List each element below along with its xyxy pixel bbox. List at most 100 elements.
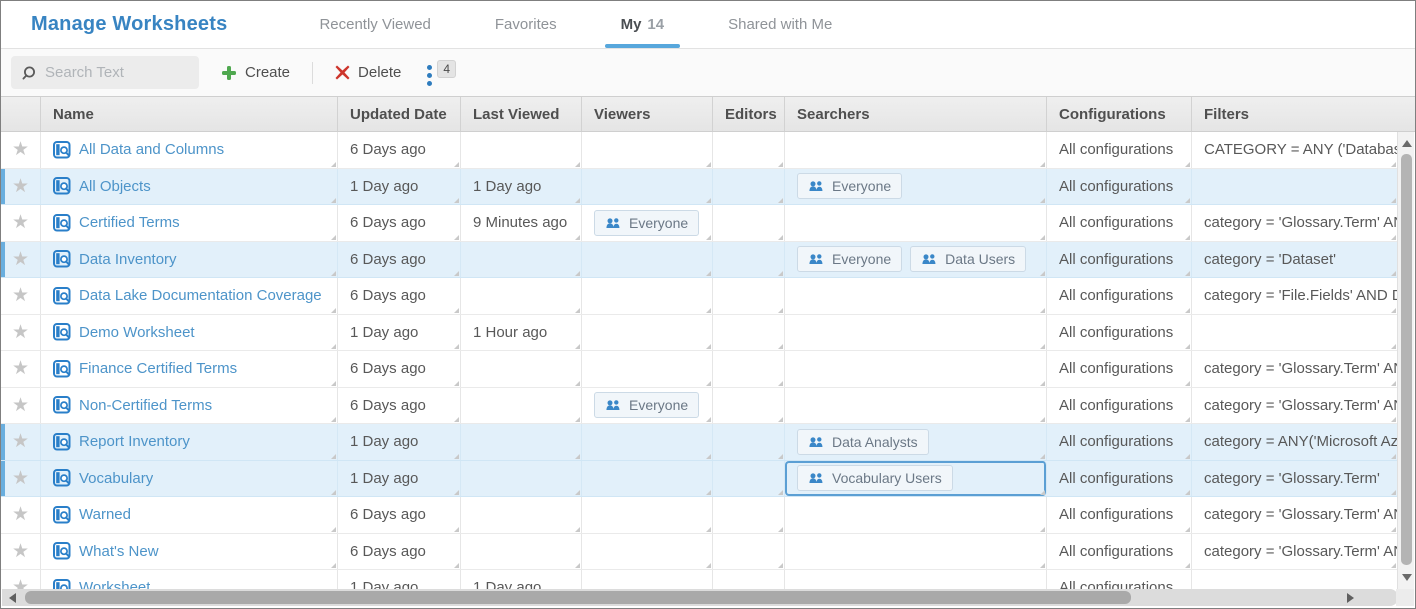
- worksheet-name-link[interactable]: Finance Certified Terms: [79, 360, 237, 377]
- favorite-cell[interactable]: ★: [1, 315, 41, 351]
- filters-cell: category = 'Glossary.Term' AN: [1192, 388, 1397, 424]
- name-cell[interactable]: Certified Terms: [41, 205, 338, 241]
- worksheet-name-link[interactable]: Certified Terms: [79, 214, 180, 231]
- star-icon[interactable]: ★: [12, 213, 29, 232]
- worksheet-name-link[interactable]: What's New: [79, 543, 159, 560]
- star-icon[interactable]: ★: [12, 578, 29, 589]
- group-badge[interactable]: Data Analysts: [797, 429, 929, 455]
- table-row[interactable]: ★ Certified Terms 6 Days ago 9 Minutes a…: [1, 205, 1397, 242]
- worksheet-name-link[interactable]: All Data and Columns: [79, 141, 224, 158]
- worksheet-name-link[interactable]: Non-Certified Terms: [79, 397, 212, 414]
- search-input[interactable]: [45, 64, 185, 81]
- name-cell[interactable]: Worksheet: [41, 570, 338, 589]
- favorite-cell[interactable]: ★: [1, 169, 41, 205]
- name-cell[interactable]: Non-Certified Terms: [41, 388, 338, 424]
- worksheet-name-link[interactable]: Vocabulary: [79, 470, 153, 487]
- star-icon[interactable]: ★: [12, 286, 29, 305]
- star-icon[interactable]: ★: [12, 505, 29, 524]
- column-header-configurations[interactable]: Configurations: [1047, 97, 1192, 131]
- table-row[interactable]: ★ Worksheet 1 Day ago 1 Day ago All conf…: [1, 570, 1397, 589]
- column-header-filters[interactable]: Filters: [1192, 97, 1415, 131]
- group-badge[interactable]: Everyone: [797, 246, 902, 272]
- table-row[interactable]: ★ Vocabulary 1 Day ago Vocabulary Users …: [1, 461, 1397, 498]
- kebab-vertical-icon: [427, 60, 432, 86]
- name-cell[interactable]: What's New: [41, 534, 338, 570]
- star-icon[interactable]: ★: [12, 177, 29, 196]
- worksheet-name-link[interactable]: Report Inventory: [79, 433, 190, 450]
- table-row[interactable]: ★ Demo Worksheet 1 Day ago 1 Hour ago Al…: [1, 315, 1397, 352]
- favorite-cell[interactable]: ★: [1, 351, 41, 387]
- table-row[interactable]: ★ Non-Certified Terms 6 Days ago Everyon…: [1, 388, 1397, 425]
- column-header-name[interactable]: Name: [41, 97, 338, 131]
- tab-favorites[interactable]: Favorites: [477, 1, 575, 48]
- favorite-cell[interactable]: ★: [1, 497, 41, 533]
- name-cell[interactable]: Data Lake Documentation Coverage: [41, 278, 338, 314]
- scroll-down-arrow-icon[interactable]: [1402, 574, 1412, 581]
- column-header-viewers[interactable]: Viewers: [582, 97, 713, 131]
- favorite-cell[interactable]: ★: [1, 461, 41, 497]
- group-badge[interactable]: Everyone: [594, 392, 699, 418]
- star-icon[interactable]: ★: [12, 432, 29, 451]
- favorite-cell[interactable]: ★: [1, 388, 41, 424]
- star-icon[interactable]: ★: [12, 323, 29, 342]
- vertical-scrollbar[interactable]: [1397, 132, 1414, 589]
- worksheet-name-link[interactable]: Data Inventory: [79, 251, 177, 268]
- favorite-cell[interactable]: ★: [1, 570, 41, 589]
- favorite-cell[interactable]: ★: [1, 278, 41, 314]
- star-icon[interactable]: ★: [12, 396, 29, 415]
- horizontal-scrollbar[interactable]: [2, 589, 1398, 606]
- favorite-cell[interactable]: ★: [1, 424, 41, 460]
- column-header-searchers[interactable]: Searchers: [785, 97, 1047, 131]
- column-header-editors[interactable]: Editors: [713, 97, 785, 131]
- name-cell[interactable]: Demo Worksheet: [41, 315, 338, 351]
- table-row[interactable]: ★ Data Inventory 6 Days ago EveryoneData…: [1, 242, 1397, 279]
- group-badge[interactable]: Vocabulary Users: [797, 465, 953, 491]
- worksheet-name-link[interactable]: Warned: [79, 506, 131, 523]
- name-cell[interactable]: All Data and Columns: [41, 132, 338, 168]
- group-badge[interactable]: Data Users: [910, 246, 1026, 272]
- name-cell[interactable]: Report Inventory: [41, 424, 338, 460]
- star-icon[interactable]: ★: [12, 140, 29, 159]
- table-row[interactable]: ★ Data Lake Documentation Coverage 6 Day…: [1, 278, 1397, 315]
- star-icon[interactable]: ★: [12, 542, 29, 561]
- favorite-cell[interactable]: ★: [1, 205, 41, 241]
- column-header-last-viewed[interactable]: Last Viewed: [461, 97, 582, 131]
- favorite-cell[interactable]: ★: [1, 242, 41, 278]
- vertical-scrollbar-thumb[interactable]: [1401, 154, 1412, 565]
- group-badge[interactable]: Everyone: [797, 173, 902, 199]
- horizontal-scrollbar-thumb[interactable]: [25, 591, 1131, 604]
- tab-shared-with-me[interactable]: Shared with Me: [710, 1, 850, 48]
- worksheet-name-link[interactable]: Demo Worksheet: [79, 324, 195, 341]
- scroll-right-arrow-icon[interactable]: [1347, 593, 1354, 603]
- table-row[interactable]: ★ Report Inventory 1 Day ago Data Analys…: [1, 424, 1397, 461]
- favorite-cell[interactable]: ★: [1, 132, 41, 168]
- column-header-updated-date[interactable]: Updated Date: [338, 97, 461, 131]
- search-box[interactable]: [11, 56, 199, 89]
- tab-my[interactable]: My 14: [603, 1, 683, 48]
- table-row[interactable]: ★ Warned 6 Days ago All configurations c…: [1, 497, 1397, 534]
- name-cell[interactable]: All Objects: [41, 169, 338, 205]
- delete-button[interactable]: Delete: [335, 64, 401, 81]
- tab-recently-viewed[interactable]: Recently Viewed: [301, 1, 448, 48]
- worksheet-name-link[interactable]: Worksheet: [79, 579, 150, 589]
- table-row[interactable]: ★ Finance Certified Terms 6 Days ago All…: [1, 351, 1397, 388]
- favorite-cell[interactable]: ★: [1, 534, 41, 570]
- table-row[interactable]: ★ What's New 6 Days ago All configuratio…: [1, 534, 1397, 571]
- star-icon[interactable]: ★: [12, 359, 29, 378]
- name-cell[interactable]: Warned: [41, 497, 338, 533]
- table-row[interactable]: ★ All Objects 1 Day ago 1 Day ago Everyo…: [1, 169, 1397, 206]
- name-cell[interactable]: Vocabulary: [41, 461, 338, 497]
- scroll-up-arrow-icon[interactable]: [1402, 140, 1412, 147]
- searchers-cell: [785, 388, 1047, 424]
- more-actions-button[interactable]: 4: [427, 60, 456, 86]
- create-button[interactable]: Create: [221, 64, 290, 81]
- table-row[interactable]: ★ All Data and Columns 6 Days ago All co…: [1, 132, 1397, 169]
- star-icon[interactable]: ★: [12, 250, 29, 269]
- worksheet-name-link[interactable]: Data Lake Documentation Coverage: [79, 287, 322, 304]
- group-badge[interactable]: Everyone: [594, 210, 699, 236]
- name-cell[interactable]: Finance Certified Terms: [41, 351, 338, 387]
- worksheet-name-link[interactable]: All Objects: [79, 178, 151, 195]
- scroll-left-arrow-icon[interactable]: [9, 593, 16, 603]
- name-cell[interactable]: Data Inventory: [41, 242, 338, 278]
- star-icon[interactable]: ★: [12, 469, 29, 488]
